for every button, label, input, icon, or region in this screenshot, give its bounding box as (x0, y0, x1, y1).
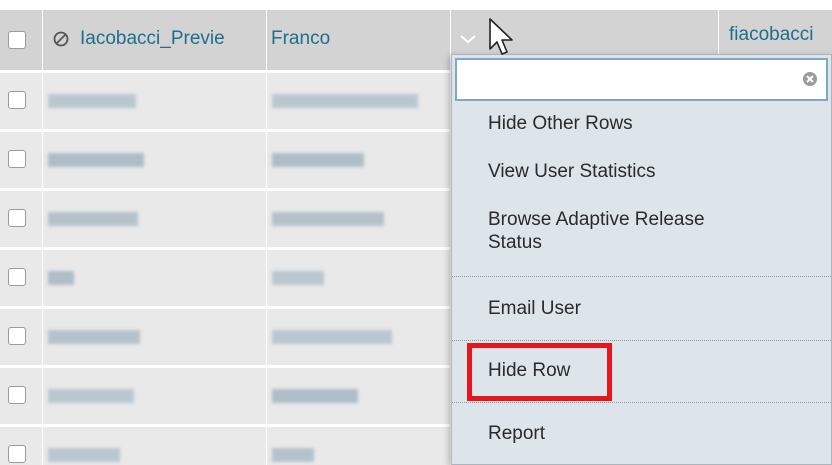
email-cell[interactable]: fiacobacci (729, 10, 814, 54)
highlight-box (467, 343, 612, 401)
menu-item-hide-other-rows[interactable]: Hide Other Rows (488, 112, 633, 135)
redacted-username (48, 153, 144, 167)
row-checkbox[interactable] (8, 209, 26, 227)
row-checkbox[interactable] (8, 91, 26, 109)
menu-item-view-user-statistics[interactable]: View User Statistics (488, 160, 656, 183)
row-checkbox[interactable] (8, 150, 26, 168)
redacted-name (272, 330, 392, 344)
redacted-username (48, 271, 74, 285)
redacted-name (272, 212, 384, 226)
row-context-menu: Hide Other Rows View User Statistics Bro… (451, 54, 832, 465)
redacted-username (48, 212, 138, 226)
menu-search-box (455, 58, 828, 101)
cursor-icon (489, 18, 513, 55)
first-name-cell[interactable]: Franco (271, 10, 451, 70)
menu-item-report[interactable]: Report (488, 422, 545, 445)
menu-separator (452, 340, 831, 341)
menu-separator (452, 276, 831, 277)
menu-separator (452, 402, 831, 403)
redacted-username (48, 448, 120, 462)
row-checkbox[interactable] (8, 386, 26, 404)
redacted-username (48, 94, 136, 108)
row-checkbox[interactable] (8, 327, 26, 345)
menu-search-input[interactable] (457, 60, 787, 99)
menu-item-browse-adaptive-release-status[interactable]: Browse Adaptive Release Status (488, 208, 705, 254)
clear-icon[interactable] (802, 71, 818, 87)
redacted-username (48, 330, 140, 344)
row-checkbox[interactable] (8, 268, 26, 286)
row-checkbox[interactable] (8, 445, 26, 463)
chevron-down-icon[interactable] (458, 33, 478, 45)
redacted-username (48, 389, 134, 403)
redacted-name (272, 271, 324, 285)
ban-icon (53, 31, 69, 47)
username-cell[interactable]: Iacobacci_Previe (80, 10, 266, 70)
redacted-name (272, 153, 364, 167)
row-checkbox[interactable] (8, 31, 26, 49)
redacted-name (272, 94, 418, 108)
column-divider (266, 10, 267, 465)
column-divider (42, 10, 43, 465)
redacted-name (272, 448, 314, 462)
redacted-name (272, 389, 358, 403)
menu-item-email-user[interactable]: Email User (488, 297, 581, 320)
